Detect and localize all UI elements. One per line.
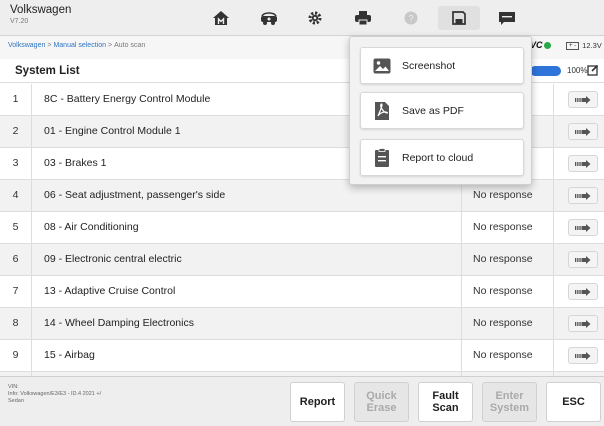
cloud-report-icon [372,147,392,168]
row-index: 5 [0,212,32,243]
screenshot-label: Screenshot [402,59,456,72]
report-button[interactable]: Report [290,382,345,422]
arrow-right-icon [575,351,591,360]
vehicle-icon [261,12,277,25]
system-status: No response [462,276,554,307]
enter-system-arrow-button[interactable] [568,91,598,108]
print-icon [355,11,371,26]
vin-label: VIN: [8,384,19,390]
app-version: V7.20 [10,18,29,25]
save-popup-menu: Screenshot Save as PDF Report to cloud [349,36,532,185]
app-title: Volkswagen [10,4,72,16]
system-name: 09 - Electronic central electric [32,244,462,275]
row-index: 4 [0,180,32,211]
report-to-cloud-menu-item[interactable]: Report to cloud [360,139,524,176]
battery-voltage: + -12.3V [566,41,602,50]
bottom-bar: VIN: Info: Volkswagen/E3/E3 - ID.4 2021 … [0,376,604,426]
arrow-right-icon [575,95,591,104]
table-row[interactable]: 7 13 - Adaptive Cruise Control No response [0,276,604,308]
arrow-right-icon [575,255,591,264]
fault-scan-button[interactable]: Fault Scan [418,382,473,422]
brand-block: Volkswagen V7.20 [10,4,71,27]
enter-system-arrow-button[interactable] [568,251,598,268]
edit-icon[interactable] [587,64,599,76]
help-icon: ? [404,11,418,25]
table-row[interactable]: 9 15 - Airbag No response [0,340,604,372]
table-row[interactable]: 6 09 - Electronic central electric No resp… [0,244,604,276]
arrow-right-icon [575,127,591,136]
row-index: 3 [0,148,32,179]
screenshot-menu-item[interactable]: Screenshot [360,47,524,84]
row-index: 1 [0,84,32,115]
pdf-icon [372,101,392,121]
row-index: 6 [0,244,32,275]
battery-icon: + - [566,42,580,50]
enter-system-button[interactable]: Enter System [482,382,537,422]
system-status: No response [462,244,554,275]
enter-system-arrow-button[interactable] [568,123,598,140]
help-button[interactable]: ? [390,6,432,30]
list-title: System List [15,65,80,77]
arrow-right-icon [575,159,591,168]
screenshot-icon [372,56,392,76]
message-button[interactable] [486,6,528,30]
system-name: 08 - Air Conditioning [32,212,462,243]
row-index: 8 [0,308,32,339]
vehicle-body-type: Sedan [8,398,24,404]
system-name: 15 - Airbag [32,340,462,371]
enter-system-arrow-button[interactable] [568,155,598,172]
vci-status: VC [530,40,551,50]
scan-progress-label: 100% [567,66,588,75]
save-as-pdf-menu-item[interactable]: Save as PDF [360,92,524,129]
breadcrumb-separator: > [107,42,113,49]
arrow-right-icon [575,223,591,232]
print-button[interactable] [342,6,384,30]
table-row[interactable]: 8 14 - Wheel Damping Electronics No respon… [0,308,604,340]
report-to-cloud-label: Report to cloud [402,151,474,164]
message-icon [499,12,515,25]
home-icon [213,11,229,25]
settings-button[interactable] [294,6,336,30]
settings-icon [308,11,322,25]
table-row[interactable]: 5 08 - Air Conditioning No response [0,212,604,244]
svg-text:?: ? [408,14,413,24]
breadcrumb-separator: > [47,42,52,49]
save-icon [452,11,466,25]
system-status: No response [462,308,554,339]
app-window: Volkswagen V7.20 ? Volkswagen > Manual s… [0,0,604,426]
arrow-right-icon [575,191,591,200]
vci-connected-icon [543,42,551,49]
enter-system-arrow-button[interactable] [568,347,598,364]
esc-button[interactable]: ESC [546,382,601,422]
home-button[interactable] [200,6,242,30]
vehicle-button[interactable] [248,6,290,30]
breadcrumb-item-current: Auto scan [114,42,146,49]
arrow-right-icon [575,287,591,296]
system-name: 14 - Wheel Damping Electronics [32,308,462,339]
save-as-pdf-label: Save as PDF [402,104,464,117]
system-status: No response [462,212,554,243]
enter-system-arrow-button[interactable] [568,187,598,204]
breadcrumb-item-brand[interactable]: Volkswagen [8,42,45,49]
vehicle-info: VIN: Info: Volkswagen/E3/E3 - ID.4 2021 … [8,384,101,405]
row-index: 2 [0,116,32,147]
arrow-right-icon [575,319,591,328]
enter-system-arrow-button[interactable] [568,315,598,332]
scan-progress-bar [530,66,561,76]
row-index: 9 [0,340,32,371]
save-button[interactable] [438,6,480,30]
quick-erase-button[interactable]: Quick Erase [354,382,409,422]
breadcrumb: Volkswagen > Manual selection > Auto scan [8,42,145,49]
enter-system-arrow-button[interactable] [568,219,598,236]
voltage-value: 12.3V [582,41,602,50]
system-status: No response [462,340,554,371]
system-name: 13 - Adaptive Cruise Control [32,276,462,307]
enter-system-arrow-button[interactable] [568,283,598,300]
vehicle-info-line: Info: Volkswagen/E3/E3 - ID.4 2021 +/ [8,391,102,397]
breadcrumb-item-manual-selection[interactable]: Manual selection [53,42,106,49]
top-toolbar: Volkswagen V7.20 ? [0,0,604,36]
row-index: 7 [0,276,32,307]
